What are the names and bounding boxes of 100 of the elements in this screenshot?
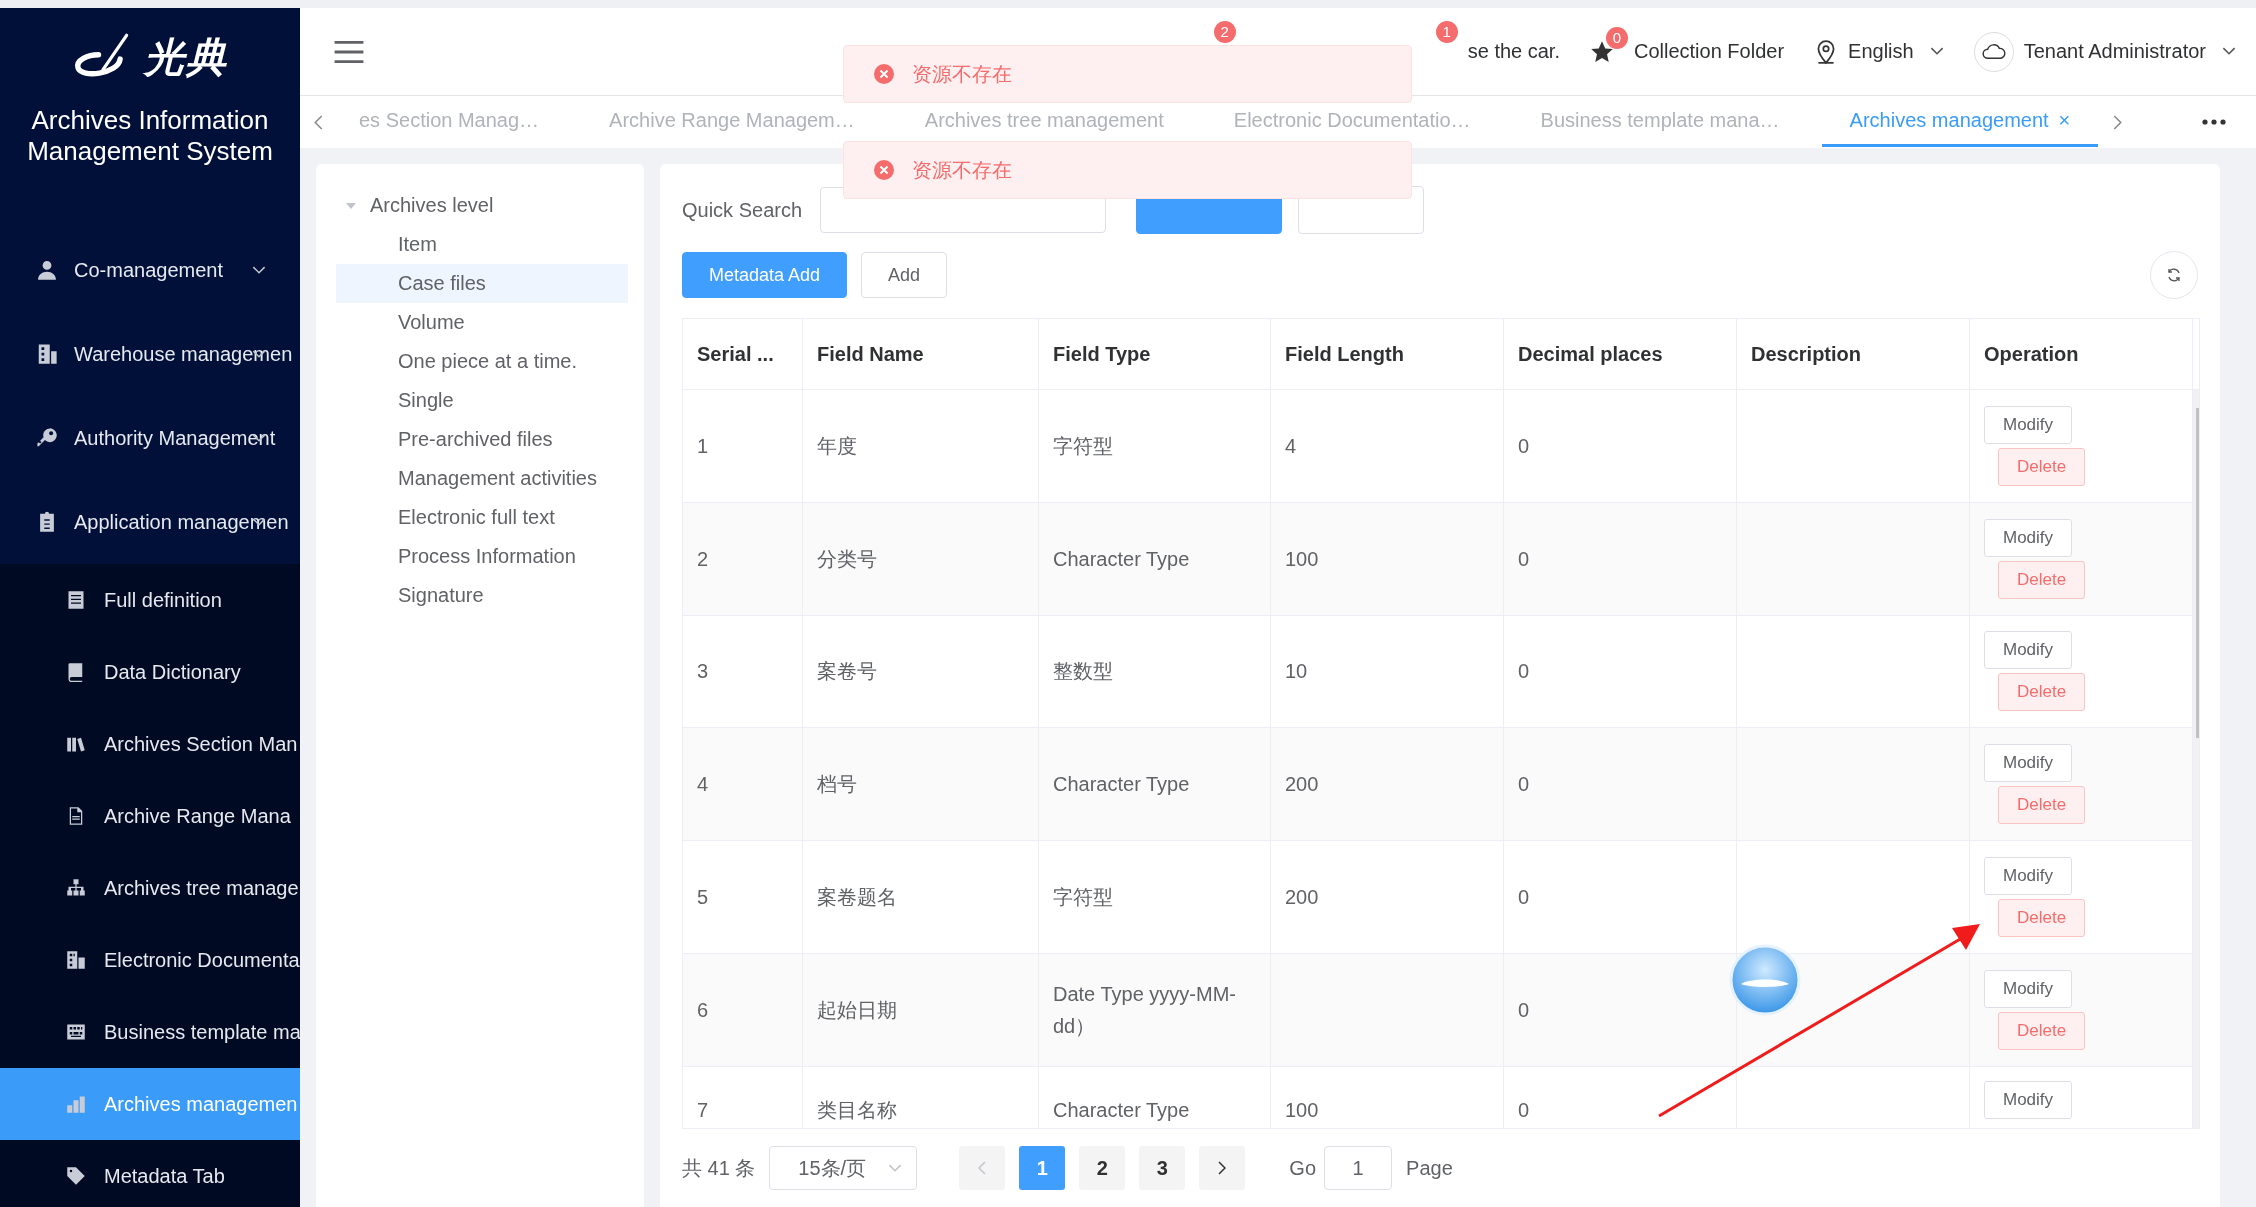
bar-chart-icon — [66, 1094, 86, 1114]
tree-node[interactable]: Item — [336, 225, 628, 264]
error-icon — [874, 64, 894, 84]
table-cell-text: 100 — [1285, 546, 1319, 572]
column-header: Decimal places — [1504, 319, 1737, 389]
table-cell-text: 0 — [1518, 1098, 1530, 1123]
submenu-item[interactable]: Archives Section Man — [0, 708, 300, 780]
tree-node[interactable]: Pre-archived files — [336, 420, 628, 459]
error-icon — [874, 160, 894, 180]
building-icon — [36, 343, 58, 365]
app-title: Archives Information Management System — [26, 105, 274, 167]
page-button[interactable]: 2 — [1079, 1146, 1126, 1190]
column-header: Field Name — [803, 319, 1039, 389]
column-header: Operation — [1970, 319, 2193, 389]
submenu-item[interactable]: Metadata Tab — [0, 1140, 300, 1207]
tree-node[interactable]: Case files — [336, 264, 628, 303]
table-cell-text: 类目名称 — [817, 1098, 897, 1123]
modify-button[interactable]: Modify — [1984, 631, 2073, 670]
table-cell-text: Character Type — [1053, 772, 1190, 798]
page-button[interactable]: 3 — [1139, 1146, 1186, 1190]
table-cell-text: 0 — [1518, 433, 1530, 459]
error-toast: 资源不存在 — [843, 141, 1412, 199]
submenu-item[interactable]: Archive Range Mana — [0, 780, 300, 852]
table-cell-text: 分类号 — [817, 546, 877, 572]
tag-icon — [66, 1166, 86, 1186]
tree-node[interactable]: Electronic full text — [336, 498, 628, 537]
building-icon — [66, 950, 86, 970]
table-cell-text: 6 — [697, 997, 709, 1023]
language-selector[interactable]: English — [1848, 40, 1914, 63]
page-number-input[interactable]: 1 — [1324, 1146, 1393, 1190]
modify-button[interactable]: Modify — [1984, 744, 2073, 783]
chevron-right-icon[interactable] — [2113, 114, 2122, 130]
modify-button[interactable]: Modify — [1984, 518, 2073, 557]
tree-node[interactable]: Signature — [336, 576, 628, 615]
menu-icon[interactable] — [334, 39, 364, 64]
table-cell-text: Character Type — [1053, 1098, 1190, 1123]
menu-item[interactable]: Warehouse managemen — [0, 312, 300, 396]
refresh-icon — [2166, 267, 2182, 283]
page-size-select[interactable]: 15条/页 — [769, 1146, 918, 1190]
hierarchy-icon — [66, 878, 86, 898]
table-cell-text: 案卷号 — [817, 659, 877, 685]
action-button[interactable]: Add — [861, 252, 948, 298]
submenu-item[interactable]: Data Dictionary — [0, 636, 300, 708]
tree-node[interactable]: Process Information — [336, 537, 628, 576]
table-cell-text: 0 — [1518, 659, 1530, 685]
key-icon — [36, 427, 58, 449]
table-cell-text: 4 — [1285, 433, 1297, 459]
header-text[interactable]: se the car. — [1467, 40, 1560, 63]
table-cell-text: 起始日期 — [817, 997, 897, 1023]
modify-button[interactable]: Modify — [1984, 857, 2073, 895]
more-icon[interactable] — [2202, 119, 2226, 125]
table-cell-text: 字符型 — [1053, 433, 1113, 459]
user-icon — [36, 259, 58, 281]
table-cell-text: 4 — [697, 772, 709, 798]
page-label: Page — [1406, 1156, 1453, 1180]
tree-node[interactable]: Single — [336, 381, 628, 420]
table-cell-text: 年度 — [817, 433, 857, 459]
tree-node[interactable]: One piece at a time. — [336, 342, 628, 381]
table-cell-text: 0 — [1518, 772, 1530, 798]
tree-node[interactable]: Volume — [336, 303, 628, 342]
tree-node[interactable]: Archives level — [336, 186, 628, 225]
collection-folder-link[interactable]: Collection Folder — [1634, 40, 1785, 63]
table-cell-text: 整数型 — [1053, 659, 1113, 685]
chevron-left-icon — [978, 1161, 987, 1175]
menu-item[interactable]: Application managemen — [0, 480, 300, 564]
user-name[interactable]: Tenant Administrator — [2023, 40, 2206, 63]
submenu-item[interactable]: Full definition — [0, 564, 300, 636]
submenu-item[interactable]: Electronic Documenta — [0, 924, 300, 996]
notification-badge: 2 — [1213, 20, 1236, 43]
table-cell-text: 5 — [697, 885, 709, 910]
table-cell-text: 200 — [1285, 885, 1319, 910]
floating-assistant-button[interactable] — [1729, 944, 1801, 1016]
tree-node[interactable]: Management activities — [336, 459, 628, 498]
submenu-item[interactable]: Business template ma — [0, 996, 300, 1068]
table-cell-text: 0 — [1518, 997, 1530, 1023]
column-header: Field Type — [1039, 319, 1271, 389]
keyboard-icon — [66, 1022, 86, 1042]
table-cell-text: 3 — [697, 659, 709, 685]
modify-button[interactable]: Modify — [1984, 405, 2073, 444]
modify-button[interactable]: Modify — [1984, 1081, 2073, 1120]
table-cell-text: Date Type yyyy-MM-dd） — [1053, 981, 1237, 1039]
notification-badge: 0 — [1606, 26, 1628, 49]
field-label: Quick Search — [682, 198, 803, 222]
table-cell-text: 1 — [697, 433, 709, 459]
table-cell-text: 0 — [1518, 885, 1530, 910]
menu-item[interactable]: Authority Management — [0, 396, 300, 480]
modify-button[interactable]: Modify — [1984, 969, 2073, 1008]
table-cell-text: 100 — [1285, 1098, 1319, 1123]
menu-item[interactable]: Co-management — [0, 228, 300, 312]
chevron-right-icon — [1218, 1161, 1227, 1175]
total-count: 共 41 条 — [682, 1155, 756, 1181]
table-cell-text: 字符型 — [1053, 885, 1113, 910]
table-cell-text: 案卷题名 — [817, 885, 897, 910]
table-cell-text: 200 — [1285, 772, 1319, 798]
submenu-item[interactable]: Archives tree manage — [0, 852, 300, 924]
table-cell-text: 7 — [697, 1098, 709, 1123]
go-label: Go — [1289, 1156, 1317, 1180]
table-cell-text: Character Type — [1053, 546, 1190, 572]
document-icon — [66, 590, 86, 610]
chevron-left-icon[interactable] — [314, 114, 323, 130]
